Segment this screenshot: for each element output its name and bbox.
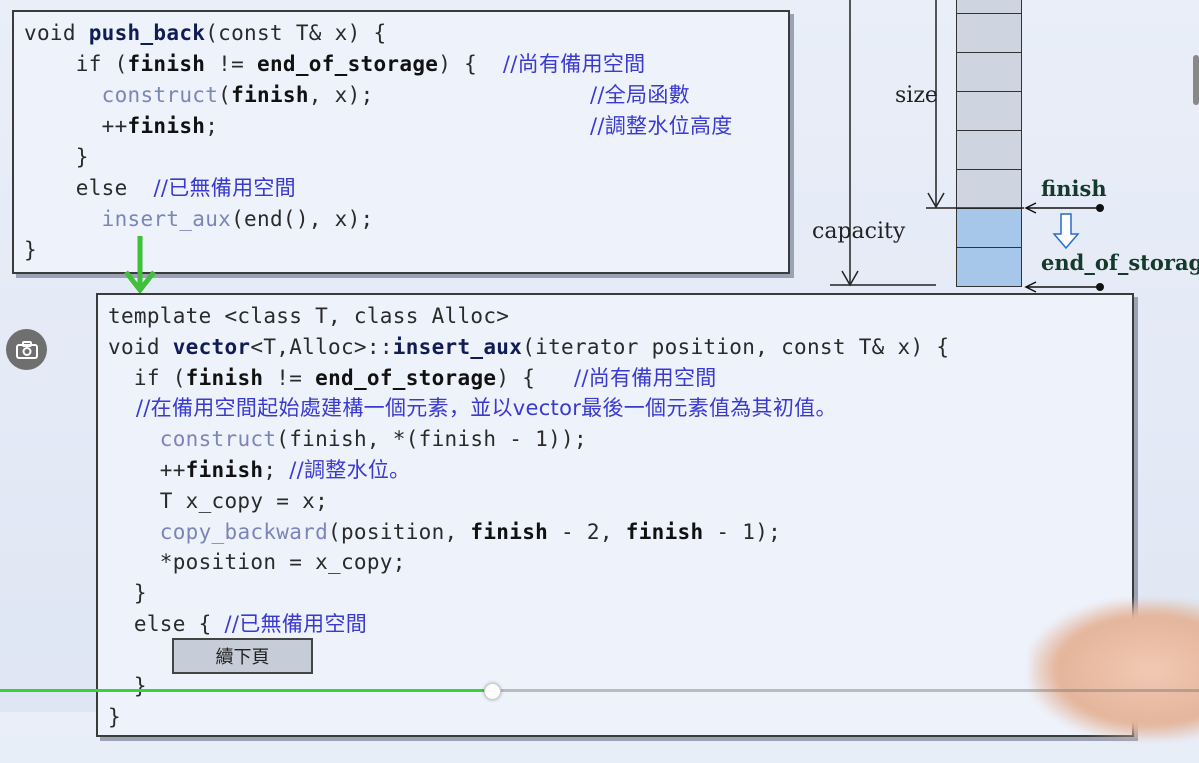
size-label: size [895, 83, 938, 108]
green-down-arrow-icon [124, 236, 156, 295]
code-line: } [108, 581, 147, 605]
code-line: if (finish != end_of_storage) { //尚有備用空間 [24, 52, 646, 76]
code-line: } [108, 705, 121, 729]
code-line: copy_backward(position, finish - 2, fini… [159, 520, 782, 544]
edge-handle [1193, 55, 1199, 105]
code-comment: //調整水位高度 [590, 114, 733, 138]
code-comment: //在備用空間起始處建構一個元素，並以vector最後一個元素值為其初值。 [108, 396, 837, 420]
next-page-button[interactable]: 續下頁 [172, 638, 313, 674]
code-line: } [24, 238, 37, 262]
camera-button[interactable] [6, 329, 47, 370]
code-line: else { //已無備用空間 [108, 612, 368, 636]
code-line: *position = x_copy; [108, 550, 406, 574]
finish-label: finish [1041, 176, 1107, 201]
push-back-code-box: void push_back(const T& x) { if (finish … [12, 10, 790, 274]
code-line: } [108, 674, 147, 698]
code-line: template <class T, class Alloc> [108, 304, 510, 328]
code-line: void push_back(const T& x) { [24, 21, 387, 45]
code-line: void vector<T,Alloc>::insert_aux(iterato… [108, 335, 950, 359]
code-line: ++finish; [24, 114, 219, 138]
code-line: insert_aux(end(), x); [101, 207, 374, 231]
camera-icon [15, 340, 38, 359]
code-line: construct(finish, x); [101, 83, 374, 107]
capacity-label: capacity [812, 219, 906, 244]
code-line: T x_copy = x; [108, 489, 329, 513]
video-progress-fill [0, 689, 492, 692]
presenter-hand [1030, 600, 1199, 740]
end-of-storage-label: end_of_storag [1041, 250, 1199, 275]
video-scrubber-handle[interactable] [483, 683, 501, 700]
code-line: construct(finish, *(finish - 1)); [159, 427, 587, 451]
code-comment: //全局函數 [590, 83, 690, 107]
code-line: ++finish; //調整水位。 [108, 458, 411, 482]
code-line: } [24, 145, 89, 169]
code-line: else //已無備用空間 [24, 176, 296, 200]
code-line: if (finish != end_of_storage) { //尚有備用空間 [108, 366, 717, 390]
